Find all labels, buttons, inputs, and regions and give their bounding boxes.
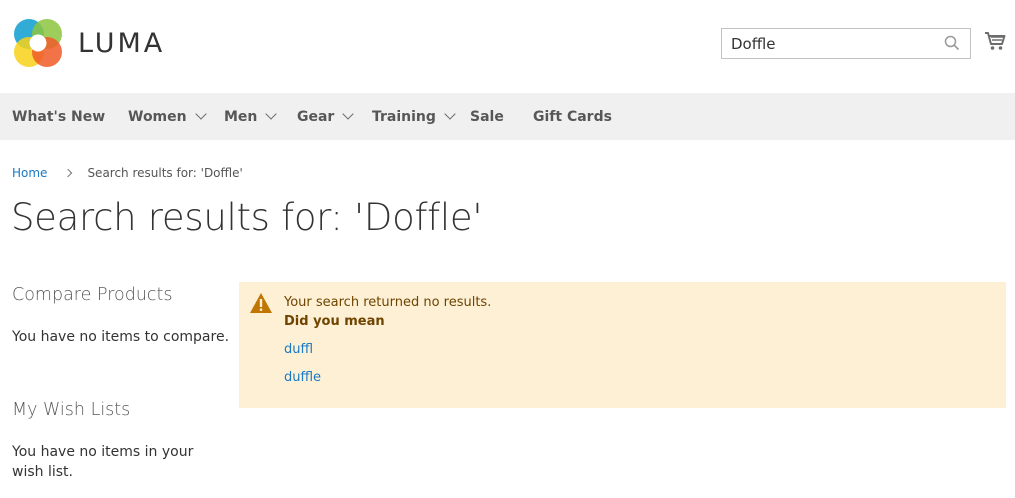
- nav-item-label: Women: [128, 108, 187, 125]
- wish-lists-empty-text: You have no items in your wish list.: [12, 444, 194, 480]
- luma-logo-icon: [14, 19, 62, 67]
- search-box: [721, 28, 971, 59]
- compare-products-empty-text: You have no items to compare.: [12, 329, 230, 345]
- search-input[interactable]: [722, 29, 942, 58]
- nav-item-sale[interactable]: Sale: [470, 93, 504, 140]
- wish-lists-title: My Wish Lists: [12, 400, 131, 420]
- breadcrumb-home-link[interactable]: Home: [12, 166, 47, 180]
- nav-item-label: Men: [224, 108, 258, 125]
- nav-item-label: Gift Cards: [533, 108, 612, 125]
- suggestion-link-duffle[interactable]: duffle: [284, 370, 321, 385]
- chevron-down-icon: [444, 108, 456, 120]
- search-icon[interactable]: [944, 35, 960, 51]
- chevron-down-icon: [342, 108, 355, 120]
- no-results-message: Your search returned no results. Did you…: [239, 282, 1006, 408]
- warning-icon: [250, 293, 272, 313]
- suggestion-link-duffl[interactable]: duffl: [284, 342, 313, 357]
- nav-item-label: Gear: [297, 108, 335, 125]
- shopping-cart-icon[interactable]: [984, 30, 1006, 52]
- chevron-down-icon: [265, 108, 278, 120]
- logo-text: LUMA: [78, 27, 166, 59]
- chevron-right-icon: [64, 168, 73, 178]
- chevron-down-icon: [194, 108, 207, 120]
- no-results-text: Your search returned no results.: [284, 295, 492, 310]
- nav-item-women[interactable]: Women: [128, 93, 207, 140]
- main-navigation: What's New Women Men Gear Training Sale …: [0, 93, 1015, 140]
- breadcrumb: Home Search results for: 'Doffle': [12, 166, 243, 180]
- page-header: LUMA: [0, 0, 1015, 93]
- compare-products-title: Compare Products: [12, 285, 173, 305]
- nav-item-gift-cards[interactable]: Gift Cards: [533, 93, 612, 140]
- luma-logo[interactable]: LUMA: [12, 17, 165, 69]
- nav-item-training[interactable]: Training: [372, 93, 456, 140]
- nav-item-men[interactable]: Men: [224, 93, 278, 140]
- nav-item-label: What's New: [12, 108, 106, 125]
- nav-item-label: Sale: [470, 108, 504, 125]
- nav-item-whats-new[interactable]: What's New: [12, 93, 105, 140]
- page-title: Search results for: 'Doffle': [11, 196, 483, 239]
- did-you-mean-label: Did you mean: [284, 314, 385, 329]
- nav-item-label: Training: [372, 108, 436, 125]
- breadcrumb-current: Search results for: 'Doffle': [87, 166, 243, 180]
- nav-item-gear[interactable]: Gear: [297, 93, 355, 140]
